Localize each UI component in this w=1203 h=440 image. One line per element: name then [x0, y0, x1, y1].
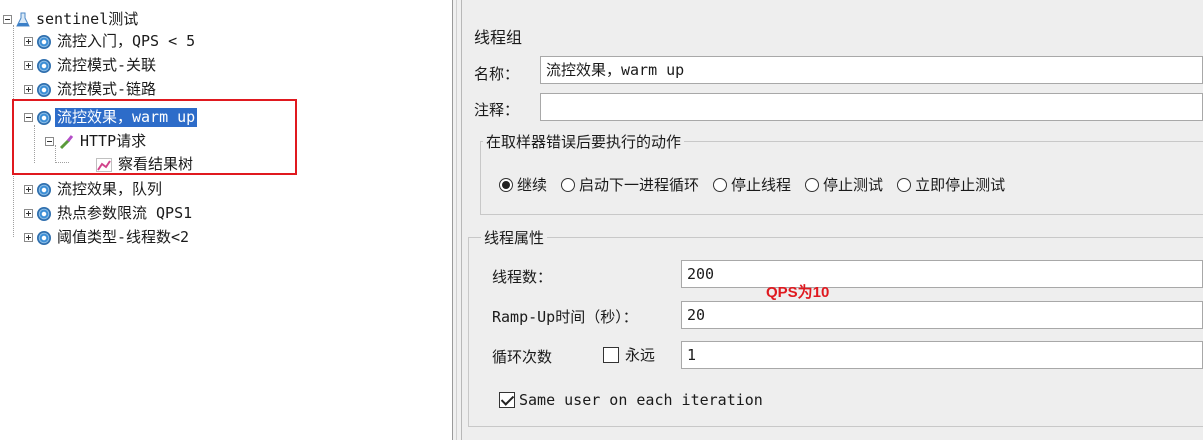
loop-count-label: 循环次数 — [492, 348, 553, 366]
radio-label: 启动下一进程循环 — [579, 176, 700, 194]
radio-start-next-loop[interactable]: 启动下一进程循环 — [561, 174, 699, 195]
thread-group-gear-icon — [37, 206, 51, 221]
tree-item-label: 流控模式-关联 — [57, 56, 157, 74]
thread-group-gear-icon — [37, 58, 51, 73]
test-plan-flask-icon — [16, 12, 30, 26]
radio-label: 停止线程 — [731, 176, 792, 194]
radio-label: 立即停止测试 — [915, 176, 1006, 194]
tree-item-label: 流控效果，队列 — [57, 180, 163, 198]
red-highlight-box — [12, 99, 297, 175]
tree-item-label: 流控模式-链路 — [57, 80, 157, 98]
error-action-group: 在取样器错误后要执行的动作 继续 启动下一进程循环 停止线程 停止测试 立即停止… — [480, 131, 1203, 215]
thread-group-gear-icon — [37, 230, 51, 245]
thread-group-gear-icon — [37, 34, 51, 49]
threads-input[interactable]: 200 — [681, 260, 1203, 288]
expand-toggle-icon[interactable] — [24, 233, 33, 242]
checkbox-unchecked-icon — [603, 346, 619, 363]
name-label: 名称： — [474, 65, 520, 83]
radio-stop-test[interactable]: 停止测试 — [805, 174, 883, 195]
radio-label: 继续 — [517, 176, 548, 194]
name-input[interactable]: 流控效果，warm up — [540, 56, 1203, 84]
tree-item-thread-group[interactable]: 流控入门，QPS < 5 — [24, 31, 197, 52]
comment-label: 注释： — [474, 101, 520, 119]
checkbox-checked-icon — [499, 392, 515, 408]
same-user-label: Same user on each iteration — [519, 391, 763, 409]
tree-item-label: 热点参数限流 QPS1 — [57, 204, 193, 222]
forever-checkbox[interactable]: 永远 — [603, 344, 655, 365]
expand-toggle-icon[interactable] — [24, 185, 33, 194]
loop-count-input[interactable]: 1 — [681, 341, 1203, 369]
radio-continue[interactable]: 继续 — [499, 174, 547, 195]
tree-item-thread-group[interactable]: 流控效果，队列 — [24, 179, 164, 200]
tree-item-label: 流控入门，QPS < 5 — [57, 32, 196, 50]
threads-label: 线程数： — [492, 268, 553, 286]
thread-group-panel: 线程组 名称： 流控效果，warm up 注释： 在取样器错误后要执行的动作 继… — [462, 0, 1203, 440]
tree-item-thread-group[interactable]: 热点参数限流 QPS1 — [24, 203, 194, 224]
error-action-legend: 在取样器错误后要执行的动作 — [483, 131, 685, 152]
expand-toggle-icon[interactable] — [24, 209, 33, 218]
thread-group-gear-icon — [37, 182, 51, 197]
expand-toggle-icon[interactable] — [24, 61, 33, 70]
tree-root-node[interactable]: sentinel测试 — [3, 9, 140, 30]
radio-selected-icon — [499, 177, 513, 192]
tree-root-label: sentinel测试 — [36, 10, 139, 28]
split-pane-divider[interactable] — [452, 0, 462, 440]
tree-item-label: 阈值类型-线程数<2 — [57, 228, 190, 246]
test-plan-tree: sentinel测试 流控入门，QPS < 5 流控模式-关联 流控模式-链路 … — [0, 0, 452, 440]
rampup-input[interactable]: 20 — [681, 301, 1203, 329]
thread-properties-legend: 线程属性 — [481, 227, 548, 248]
same-user-checkbox[interactable]: Same user on each iteration — [499, 391, 763, 409]
panel-title: 线程组 — [474, 28, 523, 47]
tree-item-thread-group[interactable]: 流控模式-链路 — [24, 79, 158, 100]
radio-unselected-icon — [561, 177, 576, 192]
expand-toggle-icon[interactable] — [24, 37, 33, 46]
radio-unselected-icon — [713, 177, 728, 192]
radio-stop-thread[interactable]: 停止线程 — [713, 174, 791, 195]
collapse-toggle-icon[interactable] — [3, 15, 12, 24]
radio-label: 停止测试 — [823, 176, 884, 194]
rampup-label: Ramp-Up时间（秒）： — [492, 308, 638, 326]
tree-item-thread-group[interactable]: 流控模式-关联 — [24, 55, 158, 76]
expand-toggle-icon[interactable] — [24, 85, 33, 94]
qps-annotation: QPS为10 — [766, 284, 830, 301]
tree-item-thread-group[interactable]: 阈值类型-线程数<2 — [24, 227, 191, 248]
thread-group-gear-icon — [37, 82, 51, 97]
radio-unselected-icon — [805, 177, 820, 192]
radio-stop-test-now[interactable]: 立即停止测试 — [897, 174, 1005, 195]
forever-label: 永远 — [625, 346, 656, 364]
radio-unselected-icon — [897, 177, 912, 192]
comment-input[interactable] — [540, 93, 1203, 121]
